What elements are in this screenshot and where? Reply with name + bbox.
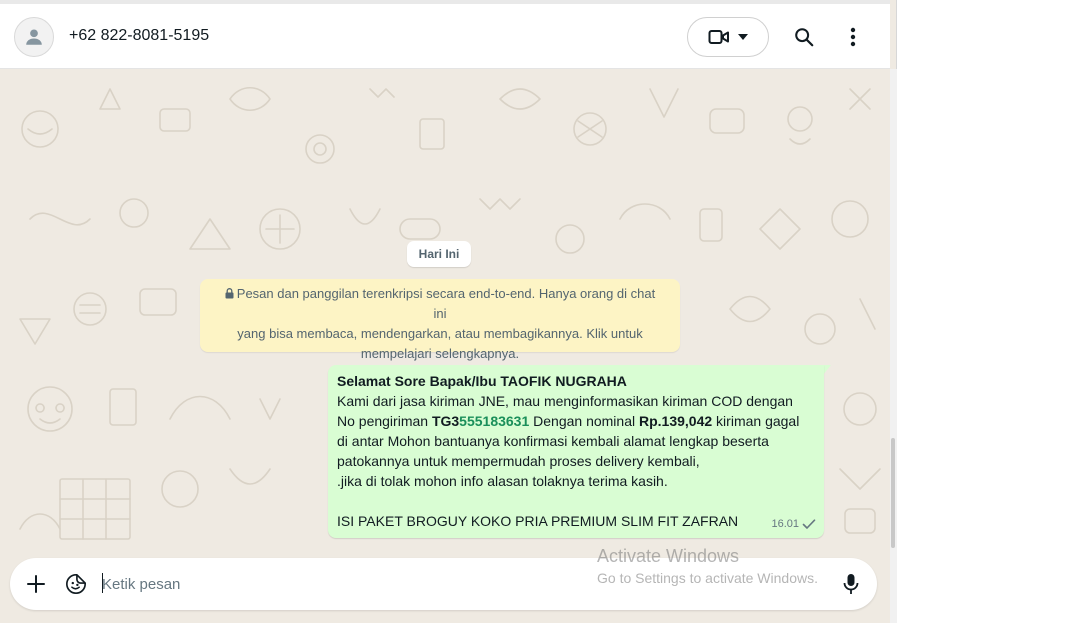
menu-button[interactable]: [841, 25, 865, 49]
voice-message-button[interactable]: [839, 572, 863, 596]
text-caret: [102, 573, 103, 593]
message-greeting: Selamat Sore Bapak/Ibu TAOFIK NUGRAHA: [337, 373, 627, 389]
message-input[interactable]: [102, 572, 602, 596]
message-time: 16.01: [771, 518, 799, 530]
search-icon: [795, 28, 814, 47]
encryption-notice-line-3: mempelajari selengkapnya.: [360, 346, 520, 361]
message-blank-line: [337, 491, 815, 511]
scrollbar-thumb[interactable]: [891, 438, 895, 548]
person-icon: [26, 29, 42, 45]
message-line: patokannya untuk mempermudah proses deli…: [337, 453, 700, 469]
cod-amount: Rp.139,042: [639, 413, 713, 429]
attach-button[interactable]: [24, 572, 48, 596]
bubble-tail: [823, 365, 831, 375]
message-composer: [10, 558, 877, 610]
more-vertical-icon: [850, 27, 856, 47]
outgoing-message-bubble[interactable]: Selamat Sore Bapak/Ibu TAOFIK NUGRAHA Ka…: [328, 365, 824, 538]
message-line: Kami dari jasa kiriman JNE, mau menginfo…: [337, 393, 793, 409]
encryption-notice-line-2: yang bisa membaca, mendengarkan, atau me…: [237, 326, 643, 341]
chat-header: +62 822-8081-5195: [0, 4, 890, 69]
plus-icon: [27, 575, 45, 593]
message-line: ISI PAKET BROGUY KOKO PRIA PREMIUM SLIM …: [337, 513, 739, 529]
video-call-button[interactable]: [687, 17, 769, 57]
sticker-button[interactable]: [64, 572, 88, 596]
chat-area[interactable]: Hari Ini Pesan dan panggilan terenkripsi…: [0, 69, 890, 559]
tracking-number-link[interactable]: 555183631: [459, 413, 529, 429]
message-line: No pengiriman TG3555183631 Dengan nomina…: [337, 413, 800, 429]
contact-name[interactable]: +62 822-8081-5195: [69, 27, 209, 45]
avatar[interactable]: [14, 17, 54, 57]
single-check-icon: [802, 519, 816, 529]
microphone-icon: [843, 574, 859, 594]
date-divider: Hari Ini: [407, 241, 471, 267]
sticker-icon: [66, 574, 86, 594]
message-meta: 16.01: [771, 514, 816, 534]
message-line: di antar Mohon bantuanya konfirmasi kemb…: [337, 433, 769, 449]
tracking-prefix: TG3: [431, 413, 460, 429]
chevron-down-icon: [738, 34, 748, 40]
video-icon: [708, 30, 729, 44]
message-line: .jika di tolak mohon info alasan tolakny…: [337, 473, 668, 489]
encryption-notice-line-1: Pesan dan panggilan terenkripsi secara e…: [218, 284, 662, 324]
encryption-notice[interactable]: Pesan dan panggilan terenkripsi secara e…: [200, 279, 680, 361]
whatsapp-window: +62 822-8081-5195 Hari Ini Pesan dan pan…: [0, 0, 897, 623]
search-button[interactable]: [792, 25, 816, 49]
lock-icon: [225, 288, 234, 299]
